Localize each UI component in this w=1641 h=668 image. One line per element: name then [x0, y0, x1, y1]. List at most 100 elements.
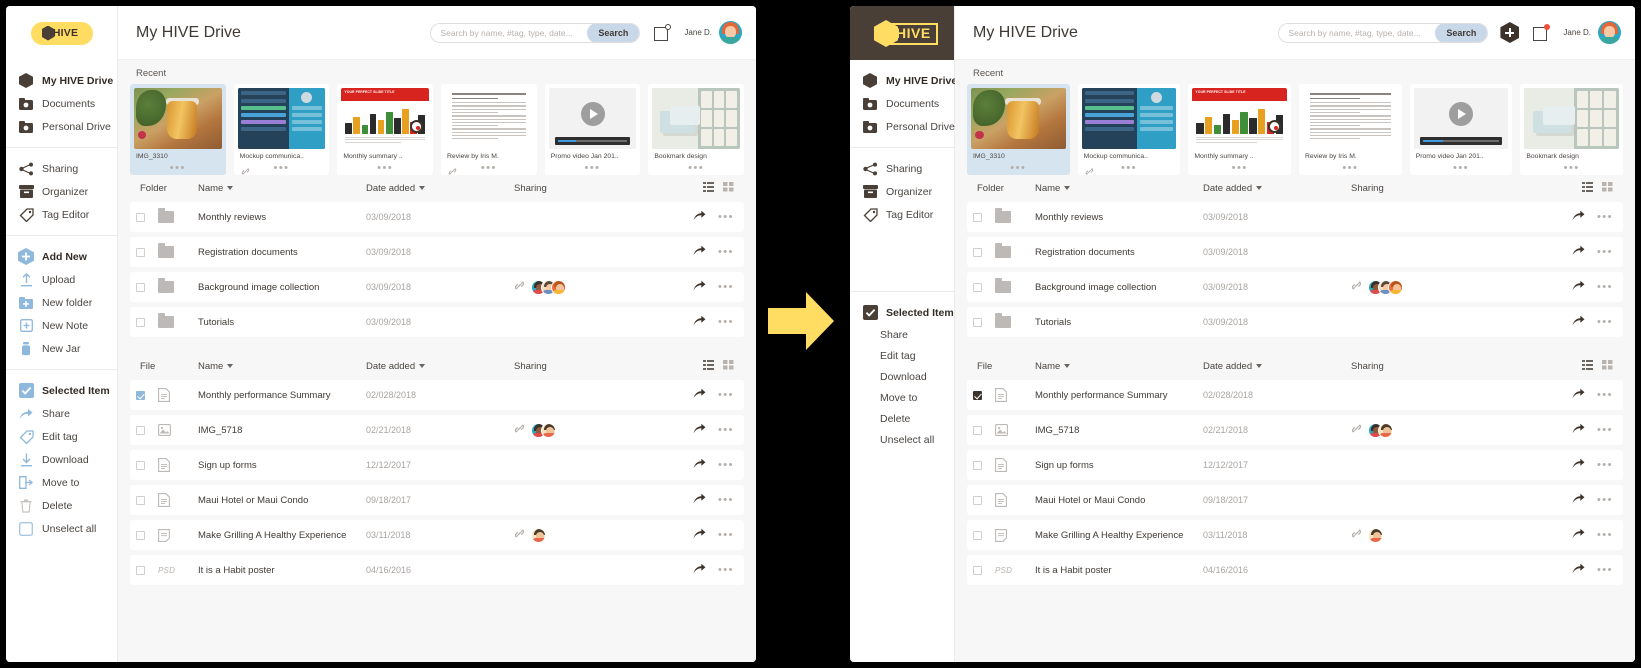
share-arrow-icon[interactable] — [1572, 313, 1585, 331]
share-arrow-icon[interactable] — [1572, 421, 1585, 439]
column-date[interactable]: Date added — [366, 183, 514, 194]
grid-view-icon[interactable] — [723, 182, 734, 195]
table-row[interactable]: Monthly reviews 03/09/2018 ••• — [130, 202, 744, 232]
sidebar-item-edit-tag[interactable]: Edit tag — [850, 345, 954, 366]
list-view-icon[interactable] — [703, 182, 714, 195]
sidebar-item-delete[interactable]: Delete — [6, 494, 117, 517]
grid-view-icon[interactable] — [1602, 182, 1613, 195]
progress-bar[interactable] — [1422, 140, 1500, 142]
link-chain-icon[interactable] — [514, 278, 525, 296]
row-checkbox[interactable] — [973, 425, 995, 435]
more-dots-icon[interactable]: ••• — [1597, 390, 1613, 401]
more-dots-icon[interactable]: ••• — [1453, 163, 1469, 174]
sidebar-item-share[interactable]: Share — [6, 402, 117, 425]
table-row[interactable]: Make Grilling A Healthy Experience 03/11… — [967, 520, 1623, 550]
recent-card[interactable]: Promo video Jan 201.. ••• — [544, 84, 641, 175]
link-chain-icon[interactable] — [1351, 421, 1362, 439]
table-row[interactable]: Tutorials 03/09/2018 ••• — [130, 307, 744, 337]
sidebar-item-unselect-all[interactable]: Unselect all — [850, 429, 954, 450]
more-dots-icon[interactable]: ••• — [273, 163, 289, 174]
sidebar-item-my-hive-drive[interactable]: My HIVE Drive — [850, 69, 957, 92]
sidebar-item-tag-editor[interactable]: Tag Editor — [6, 203, 117, 226]
table-row[interactable]: PSD It is a Habit poster 04/16/2016 ••• — [967, 555, 1623, 585]
share-arrow-icon[interactable] — [1572, 278, 1585, 296]
recent-card[interactable]: YOUR PERFECT SLIDE TITLE Monthly summary… — [1188, 84, 1292, 175]
column-name[interactable]: Name — [198, 361, 366, 372]
share-arrow-icon[interactable] — [693, 243, 706, 261]
more-dots-icon[interactable]: ••• — [170, 163, 186, 174]
more-dots-icon[interactable]: ••• — [718, 530, 734, 541]
sidebar-item-unselect-all[interactable]: Unselect all — [6, 517, 117, 540]
share-arrow-icon[interactable] — [1572, 526, 1585, 544]
table-row[interactable]: Monthly performance Summary 02/028/2018 … — [967, 380, 1623, 410]
search-button[interactable]: Search — [587, 23, 640, 42]
play-icon[interactable] — [1449, 101, 1474, 126]
sidebar-item-sharing[interactable]: Sharing — [850, 157, 954, 180]
row-checkbox[interactable] — [973, 317, 995, 327]
row-checkbox[interactable] — [973, 565, 995, 575]
more-dots-icon[interactable]: ••• — [718, 247, 734, 258]
column-date[interactable]: Date added — [366, 361, 514, 372]
recent-card[interactable]: Promo video Jan 201.. ••• — [1409, 84, 1513, 175]
share-arrow-icon[interactable] — [693, 313, 706, 331]
share-arrow-icon[interactable] — [1572, 456, 1585, 474]
row-checkbox[interactable] — [136, 565, 158, 575]
more-dots-icon[interactable]: ••• — [1121, 163, 1137, 174]
more-dots-icon[interactable]: ••• — [718, 425, 734, 436]
row-checkbox[interactable] — [136, 390, 158, 400]
share-arrow-icon[interactable] — [693, 491, 706, 509]
link-chain-icon[interactable] — [448, 163, 457, 181]
share-arrow-icon[interactable] — [693, 278, 706, 296]
row-checkbox[interactable] — [136, 212, 158, 222]
recent-card[interactable]: Mockup communica.. ••• — [233, 84, 330, 175]
more-dots-icon[interactable]: ••• — [1564, 163, 1580, 174]
search-box[interactable]: Search — [1278, 22, 1489, 43]
more-dots-icon[interactable]: ••• — [718, 212, 734, 223]
sidebar-item-new-folder[interactable]: New folder — [6, 291, 117, 314]
search-input[interactable] — [431, 27, 588, 38]
row-checkbox[interactable] — [973, 390, 995, 400]
recent-card[interactable]: IMG_3310 ••• — [130, 84, 226, 175]
more-dots-icon[interactable]: ••• — [1232, 163, 1248, 174]
column-date[interactable]: Date added — [1203, 361, 1351, 372]
table-row[interactable]: IMG_5718 02/21/2018 ••• — [967, 415, 1623, 445]
progress-bar[interactable] — [557, 140, 628, 142]
share-arrow-icon[interactable] — [693, 421, 706, 439]
table-row[interactable]: Background image collection 03/09/2018 •… — [130, 272, 744, 302]
recent-card[interactable]: Bookmark design ••• — [1520, 84, 1624, 175]
video-controls[interactable] — [554, 137, 631, 145]
link-chain-icon[interactable] — [241, 163, 250, 181]
link-chain-icon[interactable] — [1351, 278, 1362, 296]
app-logo[interactable]: HIVE — [850, 6, 954, 60]
search-input[interactable] — [1279, 27, 1436, 38]
plus-hexagon-icon[interactable] — [1500, 22, 1520, 43]
avatar-stack[interactable] — [531, 279, 566, 295]
more-dots-icon[interactable]: ••• — [718, 317, 734, 328]
more-dots-icon[interactable]: ••• — [1597, 282, 1613, 293]
avatar[interactable] — [719, 21, 742, 44]
more-dots-icon[interactable]: ••• — [1597, 317, 1613, 328]
row-checkbox[interactable] — [973, 460, 995, 470]
table-row[interactable]: Registration documents 03/09/2018 ••• — [130, 237, 744, 267]
table-row[interactable]: Registration documents 03/09/2018 ••• — [967, 237, 1623, 267]
table-row[interactable]: Make Grilling A Healthy Experience 03/11… — [130, 520, 744, 550]
more-dots-icon[interactable]: ••• — [718, 565, 734, 576]
row-checkbox[interactable] — [136, 282, 158, 292]
share-arrow-icon[interactable] — [1572, 243, 1585, 261]
list-view-icon[interactable] — [1582, 360, 1593, 373]
notification-square-icon[interactable] — [1533, 24, 1551, 41]
more-dots-icon[interactable]: ••• — [718, 390, 734, 401]
more-dots-icon[interactable]: ••• — [1597, 530, 1613, 541]
share-arrow-icon[interactable] — [693, 526, 706, 544]
sidebar-item-personal-drive[interactable]: Personal Drive — [850, 115, 955, 138]
sidebar-item-add-new[interactable]: Add New — [6, 245, 117, 268]
more-dots-icon[interactable]: ••• — [584, 163, 600, 174]
avatar-stack[interactable] — [1368, 527, 1383, 543]
more-dots-icon[interactable]: ••• — [377, 163, 393, 174]
more-dots-icon[interactable]: ••• — [1597, 425, 1613, 436]
sidebar-item-organizer[interactable]: Organizer — [850, 180, 954, 203]
share-arrow-icon[interactable] — [693, 456, 706, 474]
sidebar-item-download[interactable]: Download — [850, 366, 954, 387]
search-box[interactable]: Search — [430, 22, 641, 43]
sidebar-item-selected-item[interactable]: Selected Item — [850, 301, 954, 324]
